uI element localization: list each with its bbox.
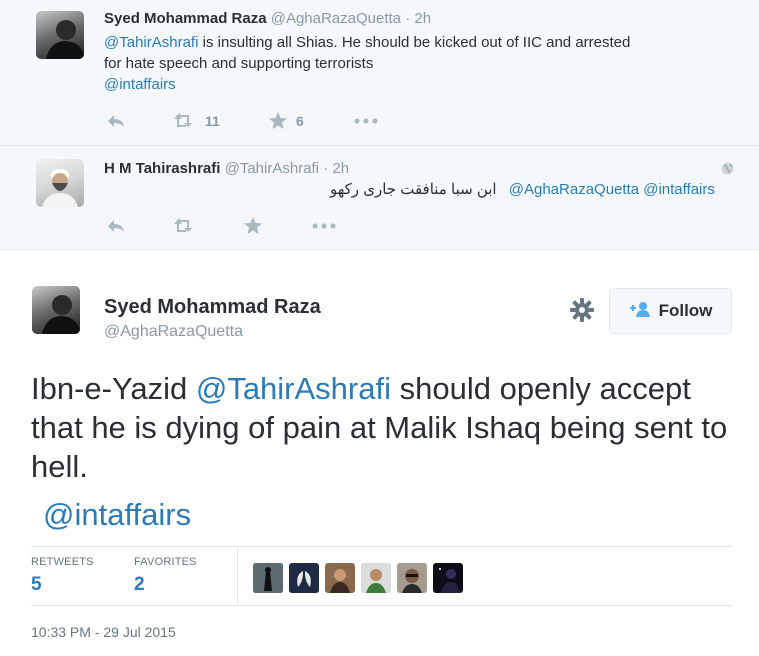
tweet-text: ابن سبا منافقت جاری رکھو @AghaRazaQuetta… bbox=[330, 179, 715, 200]
retweet-icon bbox=[172, 217, 196, 234]
retweet-button[interactable]: 11 bbox=[172, 112, 269, 129]
tweet-text: Ibn-e-Yazid @TahirAshrafi should openly … bbox=[31, 369, 751, 486]
avatar[interactable] bbox=[433, 563, 463, 593]
separator-dot: · bbox=[405, 10, 411, 27]
author-name[interactable]: Syed Mohammad Raza bbox=[104, 10, 267, 27]
author-handle[interactable]: @AghaRazaQuetta bbox=[271, 10, 401, 27]
favorites-count: 2 bbox=[134, 574, 145, 595]
avatar[interactable] bbox=[36, 11, 84, 59]
reply-button[interactable] bbox=[106, 218, 172, 234]
favorites-stat[interactable]: FAVORITES 2 bbox=[134, 556, 197, 596]
reply-tweet-1[interactable]: Syed Mohammad Raza @AghaRazaQuetta · 2h … bbox=[0, 0, 759, 146]
more-icon bbox=[354, 118, 378, 124]
more-icon bbox=[312, 223, 336, 229]
avatar[interactable] bbox=[32, 286, 80, 334]
tweet-text: @TahirAshrafi is insulting all Shias. He… bbox=[104, 32, 630, 95]
tweet-actions: 11 6 bbox=[106, 112, 378, 129]
favoriter-avatars bbox=[253, 563, 469, 593]
urdu-text: ابن سبا منافقت جاری رکھو bbox=[330, 181, 497, 198]
add-user-icon bbox=[629, 301, 651, 322]
author-name[interactable]: Syed Mohammad Raza bbox=[104, 296, 321, 319]
retweet-icon bbox=[172, 112, 196, 129]
author-name[interactable]: H M Tahirashrafi bbox=[104, 160, 220, 177]
retweet-button[interactable] bbox=[172, 217, 244, 234]
more-button[interactable] bbox=[354, 118, 378, 124]
tweet-actions bbox=[106, 217, 336, 234]
favorite-count: 6 bbox=[296, 112, 304, 129]
avatar[interactable] bbox=[36, 159, 84, 207]
mention-link[interactable]: @intaffairs bbox=[43, 497, 191, 533]
author-handle[interactable]: @AghaRazaQuetta bbox=[104, 323, 243, 341]
avatar[interactable] bbox=[289, 563, 319, 593]
favorite-button[interactable]: 6 bbox=[269, 112, 354, 129]
retweets-stat[interactable]: RETWEETS 5 bbox=[31, 556, 94, 596]
separator-dot: · bbox=[323, 160, 329, 177]
mention-links[interactable]: @AghaRazaQuetta @intaffairs bbox=[509, 181, 715, 198]
mention-link[interactable]: @TahirAshrafi bbox=[196, 371, 391, 406]
avatar[interactable] bbox=[361, 563, 391, 593]
divider bbox=[237, 547, 238, 606]
tweet-stats: RETWEETS 5 FAVORITES 2 bbox=[31, 546, 732, 606]
favorites-label: FAVORITES bbox=[134, 556, 197, 568]
avatar[interactable] bbox=[397, 563, 427, 593]
favorite-button[interactable] bbox=[244, 217, 312, 234]
tweet-time[interactable]: 2h bbox=[414, 10, 431, 27]
tweet-time[interactable]: 2h bbox=[332, 160, 349, 177]
avatar[interactable] bbox=[253, 563, 283, 593]
avatar[interactable] bbox=[325, 563, 355, 593]
mention-link[interactable]: @TahirAshrafi bbox=[104, 34, 198, 51]
reply-icon bbox=[106, 218, 126, 234]
tweet-text-line1: is insulting all Shias. He should be kic… bbox=[198, 34, 631, 51]
mention-link[interactable]: @intaffairs bbox=[104, 74, 630, 95]
reply-icon bbox=[106, 113, 126, 129]
reply-tweet-2[interactable]: H M Tahirashrafi @TahirAshrafi · 2h ابن … bbox=[0, 146, 759, 250]
author-handle[interactable]: @TahirAshrafi bbox=[225, 160, 319, 177]
reply-button[interactable] bbox=[106, 113, 172, 129]
follow-label: Follow bbox=[658, 301, 713, 320]
globe-icon[interactable] bbox=[721, 162, 734, 180]
gear-icon[interactable] bbox=[569, 297, 595, 328]
tweet-timestamp: 10:33 PM - 29 Jul 2015 bbox=[31, 624, 176, 640]
more-button[interactable] bbox=[312, 223, 336, 229]
retweets-label: RETWEETS bbox=[31, 556, 94, 568]
retweet-count: 11 bbox=[205, 112, 220, 129]
follow-button[interactable]: Follow bbox=[609, 288, 732, 334]
retweets-count: 5 bbox=[31, 574, 42, 595]
star-icon bbox=[244, 217, 262, 234]
tweet-text-part1: Ibn-e-Yazid bbox=[31, 371, 196, 406]
tweet-text-line2: for hate speech and supporting terrorist… bbox=[104, 55, 374, 72]
star-icon bbox=[269, 112, 287, 129]
